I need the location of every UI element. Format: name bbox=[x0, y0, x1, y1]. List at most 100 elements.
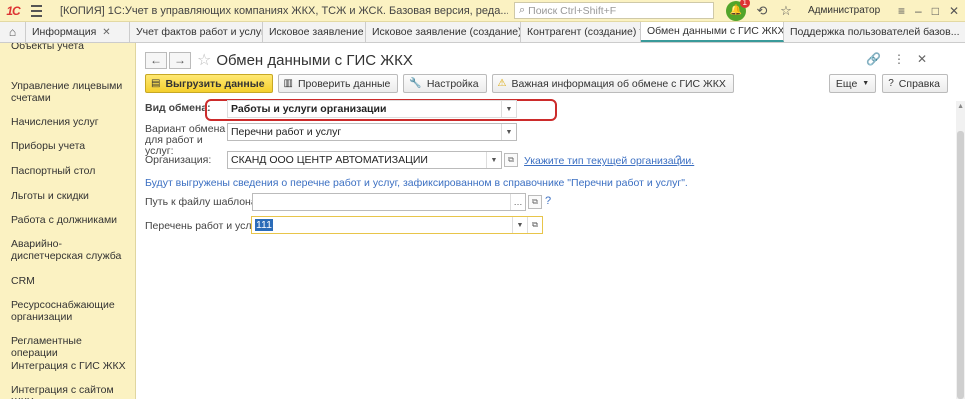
back-button[interactable]: ← bbox=[145, 51, 167, 69]
tab-works-services[interactable]: Учет фактов работ и услуг✕ bbox=[130, 22, 263, 42]
tab-claim[interactable]: Исковое заявление✕ bbox=[263, 22, 366, 42]
sidebar-item-routine[interactable]: Регламентные операции bbox=[11, 335, 131, 359]
help-question-icon[interactable]: ? bbox=[545, 195, 551, 207]
window-title: [КОПИЯ] 1С:Учет в управляющих компаниях … bbox=[60, 4, 508, 17]
scroll-up-icon[interactable]: ▲ bbox=[957, 103, 964, 110]
sidebar-item-objects[interactable]: Объекты учета bbox=[11, 43, 131, 52]
main-panel: ← → ☆ Обмен данными с ГИС ЖКХ 🔗 ⋮ ✕ ▤ Выг… bbox=[137, 43, 965, 399]
open-list-icon[interactable]: ⧉ bbox=[527, 217, 542, 233]
more-label: Еще bbox=[835, 77, 858, 90]
tab-claim-create[interactable]: Исковое заявление (создание)✕ bbox=[366, 22, 521, 42]
favorite-star-icon[interactable]: ☆ bbox=[197, 50, 211, 70]
exchange-type-value: Работы и услуги организации bbox=[231, 103, 387, 115]
sidebar-item-passport[interactable]: Паспортный стол bbox=[11, 165, 131, 177]
sidebar-item-emergency[interactable]: Аварийно-диспетчерская служба bbox=[11, 238, 131, 262]
maximize-icon[interactable]: □ bbox=[932, 4, 939, 18]
more-button[interactable]: Еще ▼ bbox=[828, 74, 877, 93]
important-info-button[interactable]: ⚠ Важная информация об обмене с ГИС ЖКХ bbox=[491, 74, 734, 93]
list-label: Перечень работ и услуг: bbox=[145, 220, 264, 232]
list-value-wrap: 111 bbox=[252, 219, 512, 231]
exchange-type-label: Вид обмена: bbox=[145, 102, 211, 114]
wrench-icon: 🔧 bbox=[409, 78, 422, 89]
page-title: Обмен данными с ГИС ЖКХ bbox=[216, 51, 413, 69]
favorites-icon[interactable]: ☆ bbox=[778, 3, 794, 19]
close-form-icon[interactable]: ✕ bbox=[917, 52, 927, 66]
dropdown-icon[interactable]: ▼ bbox=[501, 101, 516, 117]
upload-data-button[interactable]: ▤ Выгрузить данные bbox=[145, 74, 273, 93]
sidebar-item-gis[interactable]: Интеграция с ГИС ЖКХ bbox=[11, 360, 131, 372]
sidebar-item-meters[interactable]: Приборы учета bbox=[11, 140, 131, 152]
user-name[interactable]: Администратор bbox=[808, 5, 880, 16]
upload-label: Выгрузить данные bbox=[165, 77, 265, 90]
sidebar-item-crm[interactable]: CRM bbox=[11, 275, 131, 287]
tab-label: Информация bbox=[32, 26, 97, 38]
list-select[interactable]: 111 ▼ ⧉ bbox=[251, 216, 543, 234]
template-path-input[interactable]: … bbox=[252, 193, 526, 211]
open-org-icon[interactable]: ⧉ bbox=[504, 153, 518, 167]
notifications-badge: 1 bbox=[739, 0, 750, 8]
sidebar-item-accounts[interactable]: Управление лицевыми счетами bbox=[11, 80, 131, 104]
home-icon[interactable]: ⌂ bbox=[0, 22, 26, 42]
minimize-icon[interactable]: – bbox=[915, 4, 922, 18]
close-icon[interactable]: ✕ bbox=[949, 4, 959, 18]
tab-label: Поддержка пользователей базов... bbox=[790, 26, 960, 38]
app-logo[interactable]: 1С bbox=[0, 0, 26, 22]
dropdown-icon[interactable]: ▼ bbox=[501, 124, 516, 140]
org-value: СКАНД ООО ЦЕНТР АВТОМАТИЗАЦИИ bbox=[231, 154, 428, 166]
search-placeholder: Поиск Ctrl+Shift+F bbox=[528, 4, 617, 17]
settings-menu-icon[interactable]: ≡ bbox=[898, 4, 905, 18]
variant-label: Вариант обмена для работ и услуг: bbox=[145, 123, 226, 157]
check-data-button[interactable]: ▥ Проверить данные bbox=[277, 74, 399, 93]
open-template-icon[interactable]: ⧉ bbox=[528, 195, 542, 209]
sidebar-item-debtors[interactable]: Работа с должниками bbox=[11, 214, 131, 226]
tab-counterparty-create[interactable]: Контрагент (создание) *✕ bbox=[521, 22, 641, 42]
browse-icon[interactable]: … bbox=[510, 194, 525, 210]
history-icon[interactable]: ⟲ bbox=[754, 3, 770, 19]
bell-glyph: 🔔 bbox=[729, 5, 743, 16]
warning-icon: ⚠ bbox=[497, 78, 507, 89]
settings-label: Настройка bbox=[426, 77, 479, 90]
tab-gis-exchange[interactable]: Обмен данными с ГИС ЖКХ✕ bbox=[641, 22, 784, 42]
link-icon[interactable]: 🔗 bbox=[866, 52, 881, 66]
scrollbar[interactable] bbox=[956, 101, 965, 399]
logo-text: 1С bbox=[6, 3, 20, 18]
list-value: 111 bbox=[255, 219, 273, 231]
org-select[interactable]: СКАНД ООО ЦЕНТР АВТОМАТИЗАЦИИ ▼ bbox=[227, 151, 502, 169]
template-label: Путь к файлу шаблона: bbox=[145, 196, 260, 208]
tab-support[interactable]: Поддержка пользователей базов... bbox=[784, 22, 965, 42]
sidebar-item-charges[interactable]: Начисления услуг bbox=[11, 116, 131, 128]
sidebar-item-benefits[interactable]: Льготы и скидки bbox=[11, 190, 131, 202]
dropdown-icon[interactable]: ▼ bbox=[486, 152, 501, 168]
sidebar-item-site[interactable]: Интеграция с сайтом ЖКХ bbox=[11, 384, 131, 399]
variant-select[interactable]: Перечни работ и услуг ▼ bbox=[227, 123, 517, 141]
help-question-icon[interactable]: ? bbox=[675, 154, 681, 166]
check-icon: ▥ bbox=[283, 78, 293, 89]
sidebar-item-resource[interactable]: Ресурсоснабжающие организации bbox=[11, 299, 131, 323]
org-type-link[interactable]: Укажите тип текущей организации. bbox=[524, 155, 694, 167]
search-icon: ⌕ bbox=[519, 4, 526, 16]
menu-icon[interactable] bbox=[26, 0, 46, 22]
tabs-bar: ⌂ Информация ✕ Учет фактов работ и услуг✕… bbox=[0, 22, 965, 43]
info-text: Будут выгружены сведения о перечне работ… bbox=[145, 177, 688, 189]
important-label: Важная информация об обмене с ГИС ЖКХ bbox=[511, 77, 726, 90]
settings-button[interactable]: 🔧 Настройка bbox=[403, 74, 487, 93]
help-label: Справка bbox=[898, 77, 940, 90]
notifications-icon[interactable]: 🔔 1 bbox=[726, 0, 750, 21]
arrow-right-icon: → bbox=[174, 53, 186, 67]
forward-button[interactable]: → bbox=[169, 51, 191, 69]
chevron-down-icon: ▼ bbox=[862, 80, 870, 87]
tab-information[interactable]: Информация ✕ bbox=[26, 22, 130, 42]
upload-icon: ▤ bbox=[151, 78, 161, 89]
sidebar: Объекты учета Управление лицевыми счетам… bbox=[0, 43, 136, 399]
arrow-left-icon: ← bbox=[150, 53, 162, 67]
dropdown-icon[interactable]: ▼ bbox=[512, 217, 527, 233]
exchange-type-select[interactable]: Работы и услуги организации ▼ bbox=[227, 100, 517, 118]
scroll-thumb[interactable] bbox=[957, 131, 964, 399]
more-vert-icon[interactable]: ⋮ bbox=[893, 52, 905, 66]
help-button[interactable]: ? Справка bbox=[882, 74, 948, 93]
tab-label: Учет фактов работ и услуг bbox=[136, 26, 263, 38]
tab-close-icon[interactable]: ✕ bbox=[102, 27, 110, 38]
help-icon: ? bbox=[888, 78, 894, 89]
search-input[interactable]: ⌕ Поиск Ctrl+Shift+F bbox=[514, 2, 714, 19]
org-label: Организация: bbox=[145, 154, 212, 166]
